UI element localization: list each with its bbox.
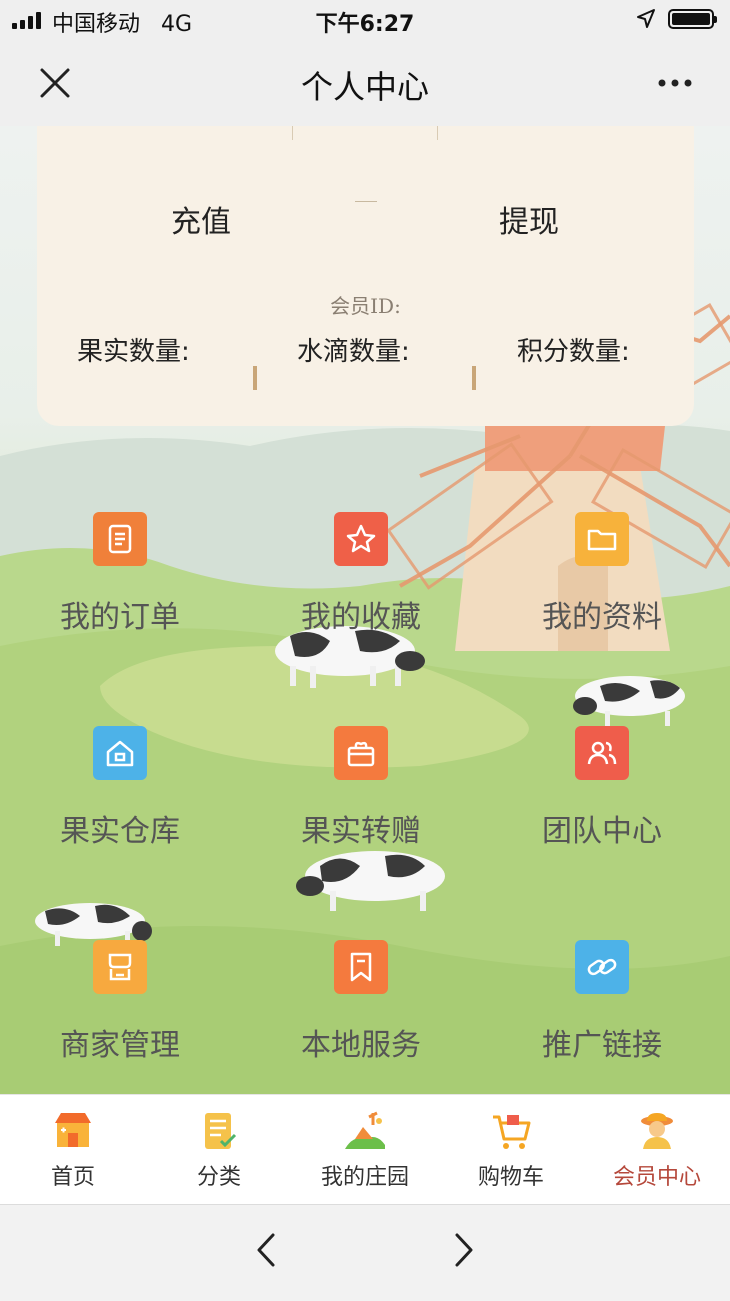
recharge-button[interactable]: 充值 <box>163 198 239 248</box>
gift-icon <box>334 726 388 780</box>
points-count-label: 积分数量: <box>517 337 630 367</box>
bookmark-icon <box>334 940 388 994</box>
home-icon <box>93 726 147 780</box>
grid-item-gift[interactable]: 果实转赠 <box>261 726 461 876</box>
browser-toolbar <box>0 1204 730 1301</box>
forward-icon[interactable] <box>438 1225 488 1275</box>
tab-member[interactable]: 会员中心 <box>584 1095 730 1205</box>
location-icon <box>637 9 655 28</box>
tab-farm[interactable]: 我的庄园 <box>292 1095 438 1205</box>
tab-label: 购物车 <box>477 1165 544 1190</box>
grid-item-promo-link[interactable]: 推广链接 <box>502 940 702 1090</box>
stat-divider <box>253 366 257 390</box>
grid-item-merchant[interactable]: 商家管理 <box>20 940 220 1090</box>
grid-item-label: 本地服务 <box>301 1028 421 1063</box>
order-icon <box>93 512 147 566</box>
store-icon <box>93 940 147 994</box>
cart-icon <box>493 1115 531 1149</box>
member-icon <box>641 1113 673 1149</box>
more-icon[interactable] <box>650 58 700 108</box>
member-id-label: 会员ID: <box>330 294 401 318</box>
grid-item-label: 我的收藏 <box>301 600 421 635</box>
divider <box>292 126 293 140</box>
battery-icon <box>668 9 717 29</box>
grid-item-favorites[interactable]: 我的收藏 <box>261 512 461 662</box>
divider <box>355 201 377 202</box>
withdraw-button[interactable]: 提现 <box>491 198 567 248</box>
grid-item-label: 我的资料 <box>542 600 662 635</box>
grid-item-label: 我的订单 <box>60 600 180 635</box>
grid-item-label: 推广链接 <box>542 1028 662 1063</box>
nav-bar: 个人中心 <box>0 40 730 127</box>
divider <box>437 126 438 140</box>
stat-divider <box>472 366 476 390</box>
tab-label: 会员中心 <box>612 1165 701 1190</box>
grid-item-label: 团队中心 <box>542 814 662 849</box>
tab-label: 首页 <box>50 1165 95 1190</box>
fruit-count-label: 果实数量: <box>77 337 190 367</box>
checklist-icon <box>205 1113 237 1149</box>
grid-item-profile[interactable]: 我的资料 <box>502 512 702 662</box>
grid-item-label: 果实转赠 <box>301 814 421 849</box>
tab-bar: 首页 分类 我的庄园 购物车 会员中心 <box>0 1094 730 1205</box>
grid-item-label: 果实仓库 <box>60 814 180 849</box>
status-bar: 中国移动 4G 下午6:27 <box>0 0 730 40</box>
grid-item-warehouse[interactable]: 果实仓库 <box>20 726 220 876</box>
water-count-label: 水滴数量: <box>297 337 410 367</box>
member-content: 充值 提现 会员ID: 果实数量: 水滴数量: 积分数量: 我的订单 我的收藏 … <box>0 126 730 1094</box>
grid-item-label: 商家管理 <box>60 1028 180 1063</box>
tab-label: 分类 <box>196 1165 241 1190</box>
grid-item-orders[interactable]: 我的订单 <box>20 512 220 662</box>
folder-icon <box>575 512 629 566</box>
tab-home[interactable]: 首页 <box>0 1095 146 1205</box>
star-icon <box>334 512 388 566</box>
back-icon[interactable] <box>242 1225 292 1275</box>
team-icon <box>575 726 629 780</box>
page-title: 个人中心 <box>300 68 429 106</box>
link-icon <box>575 940 629 994</box>
farm-icon <box>345 1111 385 1149</box>
grid-item-local-service[interactable]: 本地服务 <box>261 940 461 1090</box>
tab-category[interactable]: 分类 <box>146 1095 292 1205</box>
tab-label: 我的庄园 <box>320 1165 409 1190</box>
clock: 下午6:27 <box>315 12 415 37</box>
tab-cart[interactable]: 购物车 <box>438 1095 584 1205</box>
grid-item-team[interactable]: 团队中心 <box>502 726 702 876</box>
account-card: 充值 提现 会员ID: 果实数量: 水滴数量: 积分数量: <box>37 126 694 426</box>
shop-icon <box>55 1113 91 1147</box>
